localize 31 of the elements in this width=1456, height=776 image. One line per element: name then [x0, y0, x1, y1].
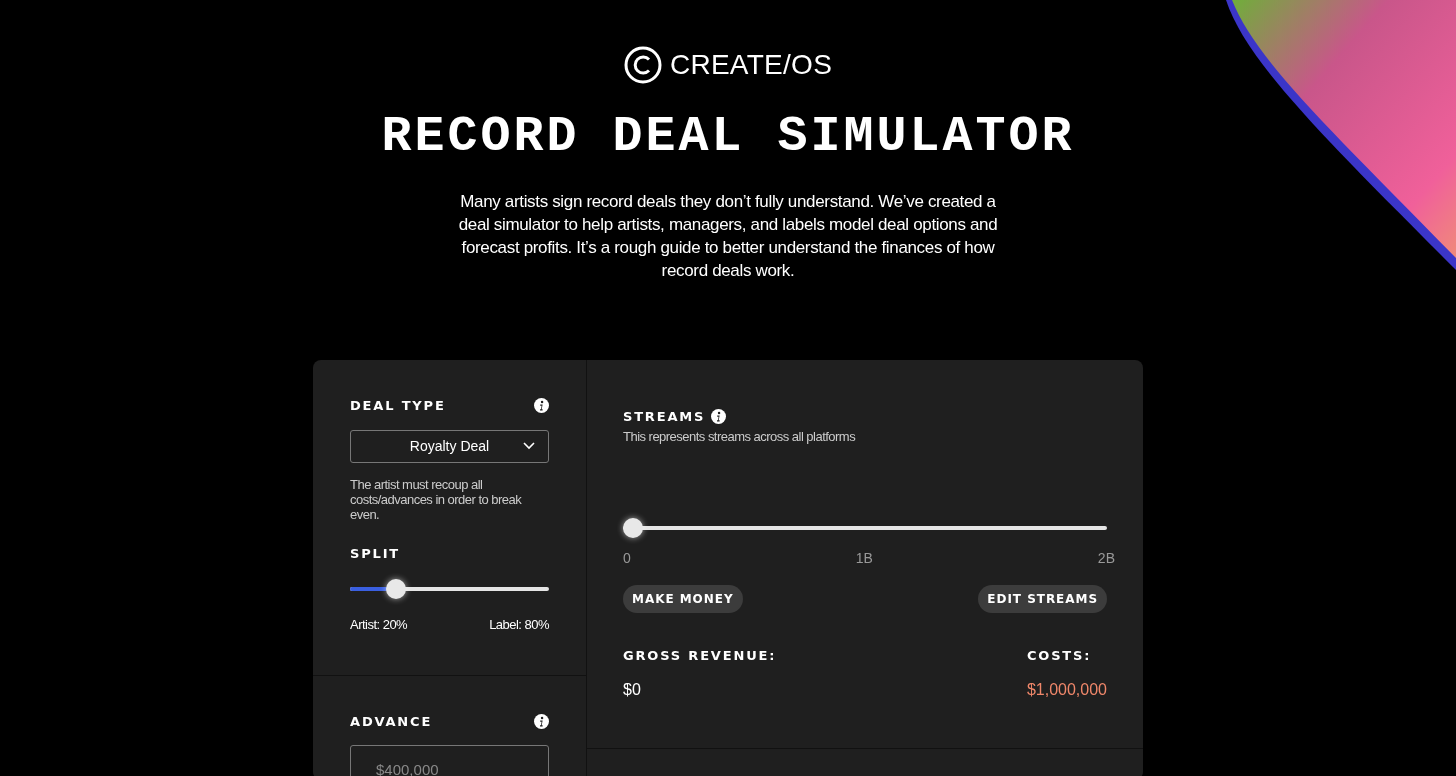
slider[interactable] — [350, 579, 549, 599]
axis-tick-label: 2B — [1097, 549, 1115, 568]
deal-type-dropdown[interactable]: Royalty Deal — [350, 429, 549, 463]
chevron-down-icon — [523, 442, 535, 450]
axis-tick-label: 0 — [623, 549, 631, 568]
intro-paragraph: Many artists sign record deals they don’t fully understand. We’ve created a deal simulator to help artists, managers, and labels model deal options and forecast profits. It’s a rough guide to better understand the finances of how record deals work. — [457, 191, 999, 282]
slider-thumb[interactable] — [623, 518, 643, 538]
label-share: Label: 80% — [489, 616, 549, 634]
streams-label: STREAMS — [623, 408, 706, 426]
total-value: $1,000,000 — [1026, 679, 1107, 700]
streams-description: This represents streams across all platforms — [623, 427, 857, 446]
page-title: RECORD DEAL SIMULATOR — [381, 112, 1075, 162]
split-label: SPLIT — [350, 544, 400, 563]
artist-share: Artist: 20% — [350, 616, 408, 634]
total-label: COSTS: — [1026, 647, 1093, 665]
axis-tick-label: 1B — [855, 549, 873, 568]
total-value: $0 — [623, 679, 642, 700]
deal-type-label: DEAL TYPE — [350, 397, 446, 415]
info-icon[interactable] — [534, 398, 549, 414]
slider[interactable] — [623, 518, 1107, 538]
deal-type-description: The artist must recoup all costs/advances in order to break even. — [350, 476, 523, 522]
logo-text: CREATE/OS — [669, 48, 833, 82]
total-label: GROSS REVENUE: — [623, 647, 777, 665]
action-button[interactable]: EDIT STREAMS — [978, 585, 1107, 613]
info-icon[interactable] — [711, 409, 727, 425]
action-button[interactable]: MAKE MONEY — [623, 585, 743, 613]
info-icon[interactable] — [534, 713, 549, 729]
copyright-logo-icon — [623, 46, 662, 84]
slider-thumb[interactable] — [385, 579, 406, 599]
advance-label: ADVANCE — [350, 712, 433, 731]
advance-input-field[interactable]: $400,000 — [350, 745, 549, 776]
